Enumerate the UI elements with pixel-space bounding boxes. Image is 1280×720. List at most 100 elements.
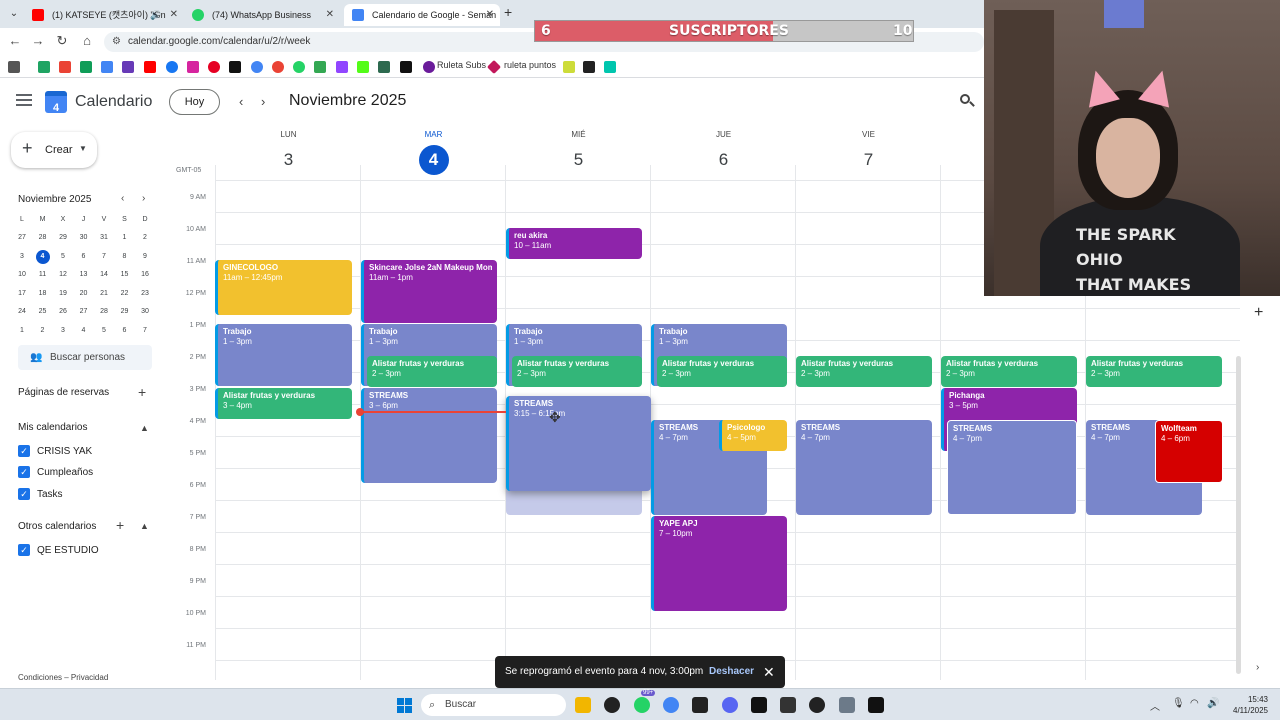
mini-day[interactable]: 18 xyxy=(33,286,53,302)
twitch-icon[interactable] xyxy=(336,61,348,73)
close-tab-icon[interactable]: ✕ xyxy=(486,4,494,26)
mini-day[interactable]: 1 xyxy=(115,230,135,246)
my-calendars-heading[interactable]: Mis calendarios xyxy=(18,422,87,433)
undo-button[interactable]: Deshacer xyxy=(709,656,754,688)
obs-icon[interactable] xyxy=(809,697,825,713)
notion-icon[interactable] xyxy=(751,697,767,713)
tab-search-chevron-icon[interactable]: ⌄ xyxy=(6,6,22,22)
mini-day[interactable]: 22 xyxy=(115,286,135,302)
mini-day[interactable]: 7 xyxy=(94,249,114,265)
add-booking-page-icon[interactable]: + xyxy=(138,384,146,400)
event-ginecologo[interactable]: GINECOLOGO 11am – 12:45pm xyxy=(215,260,352,315)
collapse-other-calendars-icon[interactable]: ▲ xyxy=(140,521,149,531)
tab-calendar[interactable]: Calendario de Google - Seman ✕ xyxy=(344,4,500,26)
main-menu-icon[interactable] xyxy=(16,94,32,108)
event-alistar-fri[interactable]: Alistar frutas y verduras 2 – 3pm xyxy=(796,356,932,387)
other-calendars-heading[interactable]: Otros calendarios xyxy=(18,521,96,532)
event-psicologo[interactable]: Psicologo 4 – 5pm xyxy=(719,420,787,451)
file-explorer-icon[interactable] xyxy=(575,697,591,713)
mini-day[interactable]: 26 xyxy=(53,304,73,320)
event-streams-sat[interactable]: STREAMS 4 – 7pm xyxy=(947,420,1077,515)
gmail-icon[interactable] xyxy=(59,61,71,73)
mini-day[interactable]: 3 xyxy=(53,323,73,339)
mini-day[interactable]: 29 xyxy=(53,230,73,246)
app-icon[interactable] xyxy=(780,697,796,713)
mini-day[interactable]: 6 xyxy=(74,249,94,265)
vertical-scrollbar[interactable] xyxy=(1236,356,1241,674)
youtube-bookmark-icon[interactable] xyxy=(144,61,156,73)
add-side-panel-icon[interactable]: + xyxy=(1254,304,1263,322)
day-number[interactable]: 6 xyxy=(709,145,739,175)
mini-day[interactable]: 17 xyxy=(12,286,32,302)
mini-day[interactable]: 11 xyxy=(33,267,53,283)
search-icon[interactable] xyxy=(960,94,976,110)
audio-icon[interactable]: 🔊 xyxy=(150,4,161,26)
mini-day[interactable]: 5 xyxy=(53,249,73,265)
close-tab-icon[interactable]: ✕ xyxy=(326,4,334,26)
mini-day[interactable]: 2 xyxy=(135,230,155,246)
event-alistar-sun[interactable]: Alistar frutas y verduras 2 – 3pm xyxy=(1086,356,1222,387)
mini-day[interactable]: 8 xyxy=(115,249,135,265)
tab-youtube[interactable]: (1) KATSEYE (캣츠아이) "Gn 🔊 ✕ xyxy=(24,4,184,26)
new-tab-button[interactable]: + xyxy=(504,4,512,20)
back-icon[interactable]: ← xyxy=(6,33,24,48)
mini-day[interactable]: 7 xyxy=(135,323,155,339)
mini-prev-icon[interactable]: ‹ xyxy=(121,193,124,204)
day-header-mon[interactable]: LUN 3 xyxy=(216,130,361,175)
instagram-icon[interactable] xyxy=(187,61,199,73)
download-icon[interactable] xyxy=(122,61,134,73)
mini-day[interactable]: 29 xyxy=(115,304,135,320)
discord-taskbar-icon[interactable] xyxy=(722,697,738,713)
bookmark-folder-icon[interactable] xyxy=(563,61,575,73)
mini-day[interactable]: 19 xyxy=(53,286,73,302)
capcut-icon[interactable] xyxy=(692,697,708,713)
checkbox-checked-icon[interactable]: ✓ xyxy=(18,466,30,478)
forward-icon[interactable]: → xyxy=(29,33,47,48)
day-header-wed[interactable]: MIÉ 5 xyxy=(506,130,651,175)
day-number[interactable]: 3 xyxy=(274,145,304,175)
mini-day[interactable]: 2 xyxy=(33,323,53,339)
event-yape-apj[interactable]: YAPE APJ 7 – 10pm xyxy=(651,516,787,611)
mini-day[interactable]: 28 xyxy=(94,304,114,320)
mini-day[interactable]: 15 xyxy=(115,267,135,283)
microphone-icon[interactable]: 🎙 xyxy=(1172,698,1185,709)
taskbar-clock[interactable]: 15:43 4/11/2025 xyxy=(1222,694,1268,716)
mini-day[interactable]: 27 xyxy=(12,230,32,246)
mini-day[interactable]: 20 xyxy=(74,286,94,302)
close-snackbar-icon[interactable]: ✕ xyxy=(763,656,775,688)
mini-day[interactable]: 14 xyxy=(94,267,114,283)
settings-icon[interactable] xyxy=(839,697,855,713)
mini-day[interactable]: 16 xyxy=(135,267,155,283)
inbox-icon[interactable] xyxy=(400,61,412,73)
event-trabajo-mon[interactable]: Trabajo 1 – 3pm xyxy=(215,324,352,386)
mini-day[interactable]: 28 xyxy=(33,230,53,246)
event-wolfteam[interactable]: Wolfteam 4 – 6pm xyxy=(1155,420,1223,483)
discord-icon[interactable] xyxy=(583,61,595,73)
event-streams-tue[interactable]: STREAMS 3 – 6pm xyxy=(361,388,497,483)
apps-grid-icon[interactable] xyxy=(8,61,20,73)
next-week-icon[interactable]: › xyxy=(261,94,265,109)
reload-icon[interactable]: ↻ xyxy=(53,33,71,49)
mini-day[interactable]: 4 xyxy=(74,323,94,339)
mini-day[interactable]: 25 xyxy=(33,304,53,320)
day-number-today[interactable]: 4 xyxy=(418,145,449,175)
mini-day[interactable]: 30 xyxy=(74,230,94,246)
calendar-item-tasks[interactable]: ✓ Tasks xyxy=(18,488,63,502)
booking-pages-heading[interactable]: Páginas de reservas xyxy=(18,387,109,398)
mini-day[interactable]: 13 xyxy=(74,267,94,283)
event-alistar-wed[interactable]: Alistar frutas y verduras 2 – 3pm xyxy=(512,356,642,387)
create-button[interactable]: + Crear ▼ xyxy=(11,132,97,168)
drive-icon[interactable] xyxy=(38,61,50,73)
checkbox-checked-icon[interactable]: ✓ xyxy=(18,488,30,500)
mini-day[interactable]: 1 xyxy=(12,323,32,339)
mini-day[interactable]: 12 xyxy=(53,267,73,283)
mini-day[interactable]: 10 xyxy=(12,267,32,283)
day-number[interactable]: 5 xyxy=(564,145,594,175)
mini-day[interactable]: 9 xyxy=(135,249,155,265)
collapse-my-calendars-icon[interactable]: ▲ xyxy=(140,423,149,433)
mini-next-icon[interactable]: › xyxy=(142,193,145,204)
taskbar-search[interactable]: ⌕ Buscar xyxy=(421,694,566,716)
footer-links[interactable]: Condiciones – Privacidad xyxy=(18,673,108,682)
event-skincare[interactable]: Skincare Jolse 2aN Makeup Momo 11am – 1pm xyxy=(361,260,497,323)
chrome-taskbar-icon[interactable] xyxy=(663,697,679,713)
